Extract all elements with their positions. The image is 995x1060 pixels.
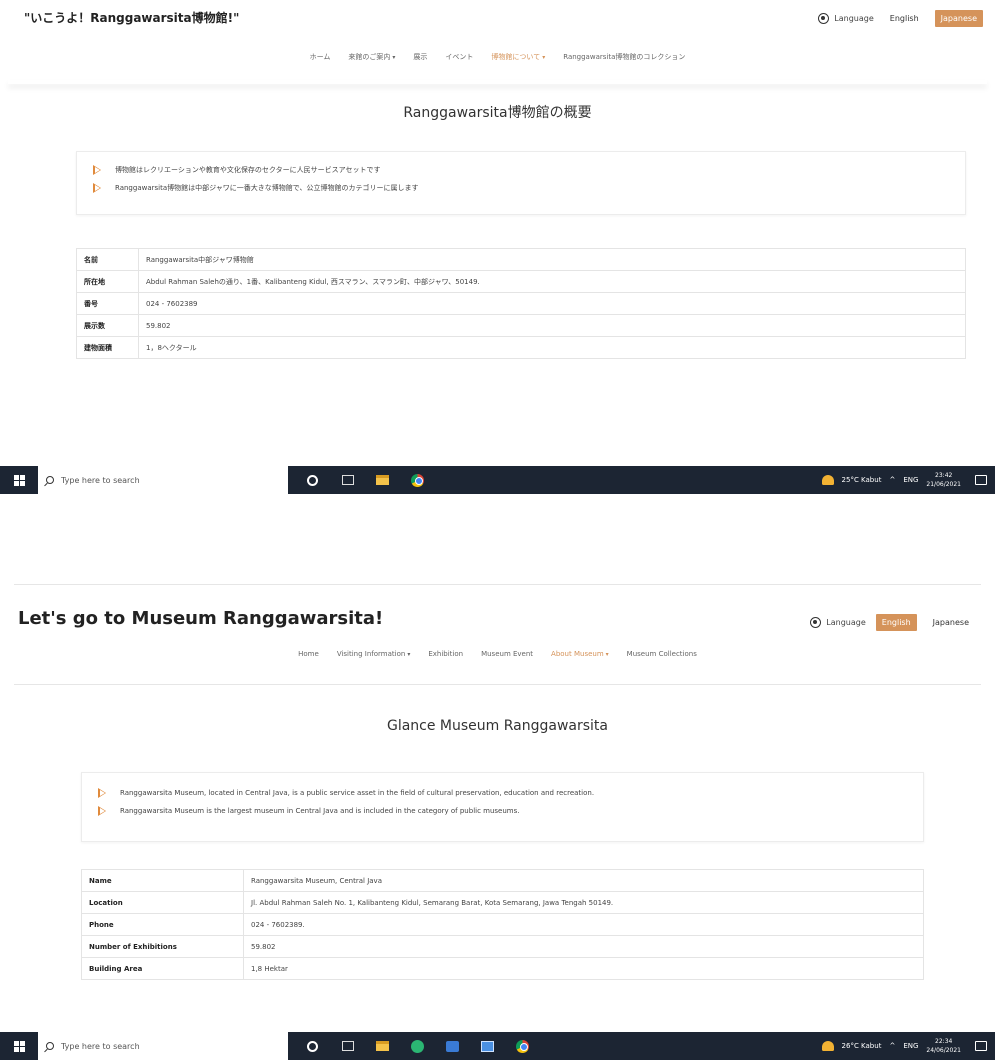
list-item: Ranggawarsita博物館は中部ジャワに一番大きな博物館で、公立博物館のカ… bbox=[93, 179, 949, 197]
taskbar-search[interactable]: Type here to search bbox=[38, 466, 288, 494]
english-language-button[interactable]: English bbox=[875, 614, 917, 631]
weather-text[interactable]: 25°C Kabut bbox=[842, 476, 882, 484]
language-switcher: Language English Japanese bbox=[810, 614, 975, 631]
page-title: Ranggawarsita博物館の概要 bbox=[403, 105, 592, 121]
task-view-icon[interactable] bbox=[341, 474, 354, 487]
english-language-button[interactable]: English bbox=[884, 10, 925, 27]
nav-home[interactable]: Home bbox=[298, 650, 319, 658]
chrome-icon[interactable] bbox=[411, 473, 424, 487]
language-label: Language bbox=[826, 618, 866, 627]
table-row: 番号 024 - 7602389 bbox=[76, 292, 966, 315]
triangle-bullet-icon bbox=[93, 165, 101, 175]
language-label: Language bbox=[834, 14, 874, 23]
museum-info-table: 名前 Ranggawarsita中部ジャワ博物館 所在地 Abdul Rahman … bbox=[76, 248, 966, 359]
english-page-screenshot: Let's go to Museum Ranggawarsita! Langua… bbox=[0, 580, 995, 1060]
start-button[interactable] bbox=[0, 1032, 38, 1060]
globe-icon bbox=[818, 13, 830, 24]
weather-icon[interactable] bbox=[821, 475, 834, 485]
top-divider bbox=[14, 584, 981, 585]
japanese-language-button[interactable]: Japanese bbox=[927, 614, 975, 631]
table-row: 展示数 59.802 bbox=[76, 314, 966, 337]
nav-exhibition[interactable]: 展示 bbox=[413, 52, 427, 62]
chrome-icon[interactable] bbox=[516, 1039, 529, 1053]
system-tray: 26°C Kabut ^ ENG 22:34 24/06/2021 bbox=[821, 1037, 995, 1055]
table-row: 所在地 Abdul Rahman Salehの通り、1番、Kalibanteng … bbox=[76, 270, 966, 293]
nav-home[interactable]: ホーム bbox=[310, 52, 331, 62]
list-item: Ranggawarsita Museum is the largest muse… bbox=[98, 802, 907, 820]
table-row: Building Area 1,8 Hektar bbox=[81, 957, 924, 980]
search-icon bbox=[46, 476, 54, 484]
nav-about[interactable]: About Museum ▾ bbox=[551, 650, 609, 658]
page-title: Glance Museum Ranggawarsita bbox=[386, 718, 609, 734]
summary-box: Ranggawarsita Museum, located in Central… bbox=[81, 772, 924, 842]
windows-icon bbox=[13, 1040, 25, 1052]
caret-down-icon: ▾ bbox=[392, 53, 396, 61]
museum-info-table: Name Ranggawarsita Museum, Central Java L… bbox=[81, 869, 924, 980]
header-divider bbox=[14, 684, 981, 685]
japanese-page-screenshot: "いこうよ！Ranggawarsita博物館!" Language Englis… bbox=[0, 0, 995, 498]
file-explorer-icon[interactable] bbox=[376, 474, 389, 487]
taskbar-search[interactable]: Type here to search bbox=[38, 1032, 288, 1060]
task-view-icon[interactable] bbox=[341, 1040, 354, 1053]
input-language[interactable]: ENG bbox=[903, 1042, 918, 1050]
table-row: Name Ranggawarsita Museum, Central Java bbox=[81, 869, 924, 892]
main-nav: ホーム 来館のご案内 ▾ 展示 イベント 博物館について ▾ Ranggawarsi… bbox=[0, 52, 995, 62]
nav-visiting-info[interactable]: Visiting Information ▾ bbox=[337, 650, 411, 658]
nav-collections[interactable]: Ranggawarsita博物館のコレクション bbox=[563, 52, 685, 62]
japanese-language-button[interactable]: Japanese bbox=[934, 10, 983, 27]
list-item: Ranggawarsita Museum, located in Central… bbox=[98, 784, 907, 802]
chevron-up-icon[interactable]: ^ bbox=[889, 476, 895, 484]
language-menu[interactable]: Language bbox=[810, 617, 866, 628]
nav-collections[interactable]: Museum Collections bbox=[627, 650, 697, 658]
weather-text[interactable]: 26°C Kabut bbox=[842, 1042, 882, 1050]
summary-box: 博物館はレクリエーションや教育や文化保存のセクターに人民サービスアセットです R… bbox=[76, 151, 966, 215]
system-tray: 25°C Kabut ^ ENG 23:42 21/06/2021 bbox=[821, 471, 995, 489]
table-row: Number of Exhibitions 59.802 bbox=[81, 935, 924, 958]
search-icon bbox=[46, 1042, 54, 1050]
notification-icon[interactable] bbox=[975, 1041, 987, 1051]
triangle-bullet-icon bbox=[93, 183, 101, 193]
site-title: Let's go to Museum Ranggawarsita! bbox=[18, 608, 384, 629]
site-title: "いこうよ！Ranggawarsita博物館!" bbox=[24, 11, 240, 25]
notification-icon[interactable] bbox=[975, 475, 987, 485]
table-row: Phone 024 - 7602389. bbox=[81, 913, 924, 936]
table-row: 名前 Ranggawarsita中部ジャワ博物館 bbox=[76, 248, 966, 271]
nav-visiting-info[interactable]: 来館のご案内 ▾ bbox=[348, 52, 395, 62]
triangle-bullet-icon bbox=[98, 806, 106, 816]
windows-icon bbox=[13, 474, 25, 486]
windows-taskbar: Type here to search 26°C Kabut ^ ENG 22:… bbox=[0, 1032, 995, 1060]
photos-icon[interactable] bbox=[481, 1040, 494, 1053]
chevron-up-icon[interactable]: ^ bbox=[889, 1042, 895, 1050]
app-green-icon[interactable] bbox=[411, 1039, 424, 1053]
language-switcher: Language English Japanese bbox=[818, 10, 983, 27]
header-divider bbox=[8, 80, 987, 84]
weather-icon[interactable] bbox=[821, 1041, 834, 1051]
table-row: 建物面積 1，8ヘクタール bbox=[76, 336, 966, 359]
nav-event[interactable]: Museum Event bbox=[481, 650, 533, 658]
nav-event[interactable]: イベント bbox=[445, 52, 473, 62]
list-item: 博物館はレクリエーションや教育や文化保存のセクターに人民サービスアセットです bbox=[93, 161, 949, 179]
file-explorer-icon[interactable] bbox=[376, 1040, 389, 1053]
caret-down-icon: ▾ bbox=[407, 650, 411, 658]
main-nav: Home Visiting Information ▾ Exhibition Mu… bbox=[0, 650, 995, 658]
language-menu[interactable]: Language bbox=[818, 13, 874, 24]
cortana-icon[interactable] bbox=[306, 1040, 319, 1053]
table-row: Location Jl. Abdul Rahman Saleh No. 1, Ka… bbox=[81, 891, 924, 914]
caret-down-icon: ▾ bbox=[605, 650, 609, 658]
windows-taskbar: Type here to search 25°C Kabut ^ ENG 23:… bbox=[0, 466, 995, 494]
nav-about[interactable]: 博物館について ▾ bbox=[491, 52, 545, 62]
globe-icon bbox=[810, 617, 822, 628]
clock[interactable]: 23:42 21/06/2021 bbox=[926, 471, 961, 489]
cortana-icon[interactable] bbox=[306, 474, 319, 487]
triangle-bullet-icon bbox=[98, 788, 106, 798]
start-button[interactable] bbox=[0, 466, 38, 494]
caret-down-icon: ▾ bbox=[542, 53, 546, 61]
nav-exhibition[interactable]: Exhibition bbox=[428, 650, 463, 658]
clock[interactable]: 22:34 24/06/2021 bbox=[926, 1037, 961, 1055]
app-blue-icon[interactable] bbox=[446, 1040, 459, 1053]
input-language[interactable]: ENG bbox=[903, 476, 918, 484]
